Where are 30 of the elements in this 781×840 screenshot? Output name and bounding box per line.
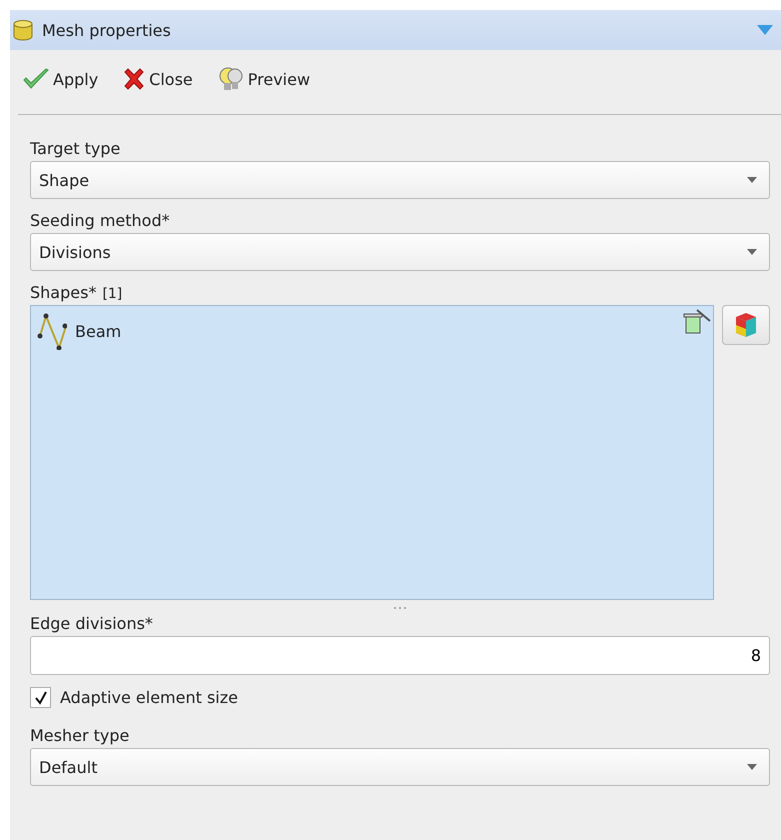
select-shape-button[interactable] [722, 305, 770, 345]
checkbox[interactable] [30, 687, 51, 708]
checkmark-icon [34, 690, 48, 704]
close-button[interactable]: Close [116, 63, 199, 95]
cylinder-icon [12, 19, 34, 41]
input-field[interactable]: 8 [30, 636, 770, 675]
checkmark-icon [22, 67, 50, 91]
polyline-icon [37, 312, 67, 350]
field-label: Seeding method* [30, 211, 170, 230]
field-label: Shapes* [30, 283, 96, 302]
dropdown-caret-icon [747, 764, 757, 770]
shape-list-item[interactable]: Beam [31, 306, 713, 356]
adaptive-checkbox[interactable]: Adaptive element size [30, 687, 238, 708]
lightbulb-icon [216, 66, 245, 92]
shape-count: [1] [102, 286, 122, 302]
field-label: Edge divisions* [30, 614, 153, 633]
splitter-handle-icon[interactable] [393, 606, 407, 610]
dropdown[interactable]: Divisions [30, 233, 770, 271]
panel-title: Mesh properties [42, 20, 172, 40]
dropdown[interactable]: Default [30, 748, 770, 786]
dropdown[interactable]: Shape [30, 161, 770, 199]
preview-button[interactable]: Preview [210, 62, 316, 96]
apply-button[interactable]: Apply [16, 63, 104, 95]
trash-icon[interactable] [683, 308, 711, 336]
field-label: Target type [30, 139, 120, 158]
collapse-icon[interactable] [757, 25, 773, 35]
dropdown-caret-icon [747, 249, 757, 255]
field-label: Mesher type [30, 726, 130, 745]
dropdown-caret-icon [747, 177, 757, 183]
close-icon [122, 67, 146, 91]
